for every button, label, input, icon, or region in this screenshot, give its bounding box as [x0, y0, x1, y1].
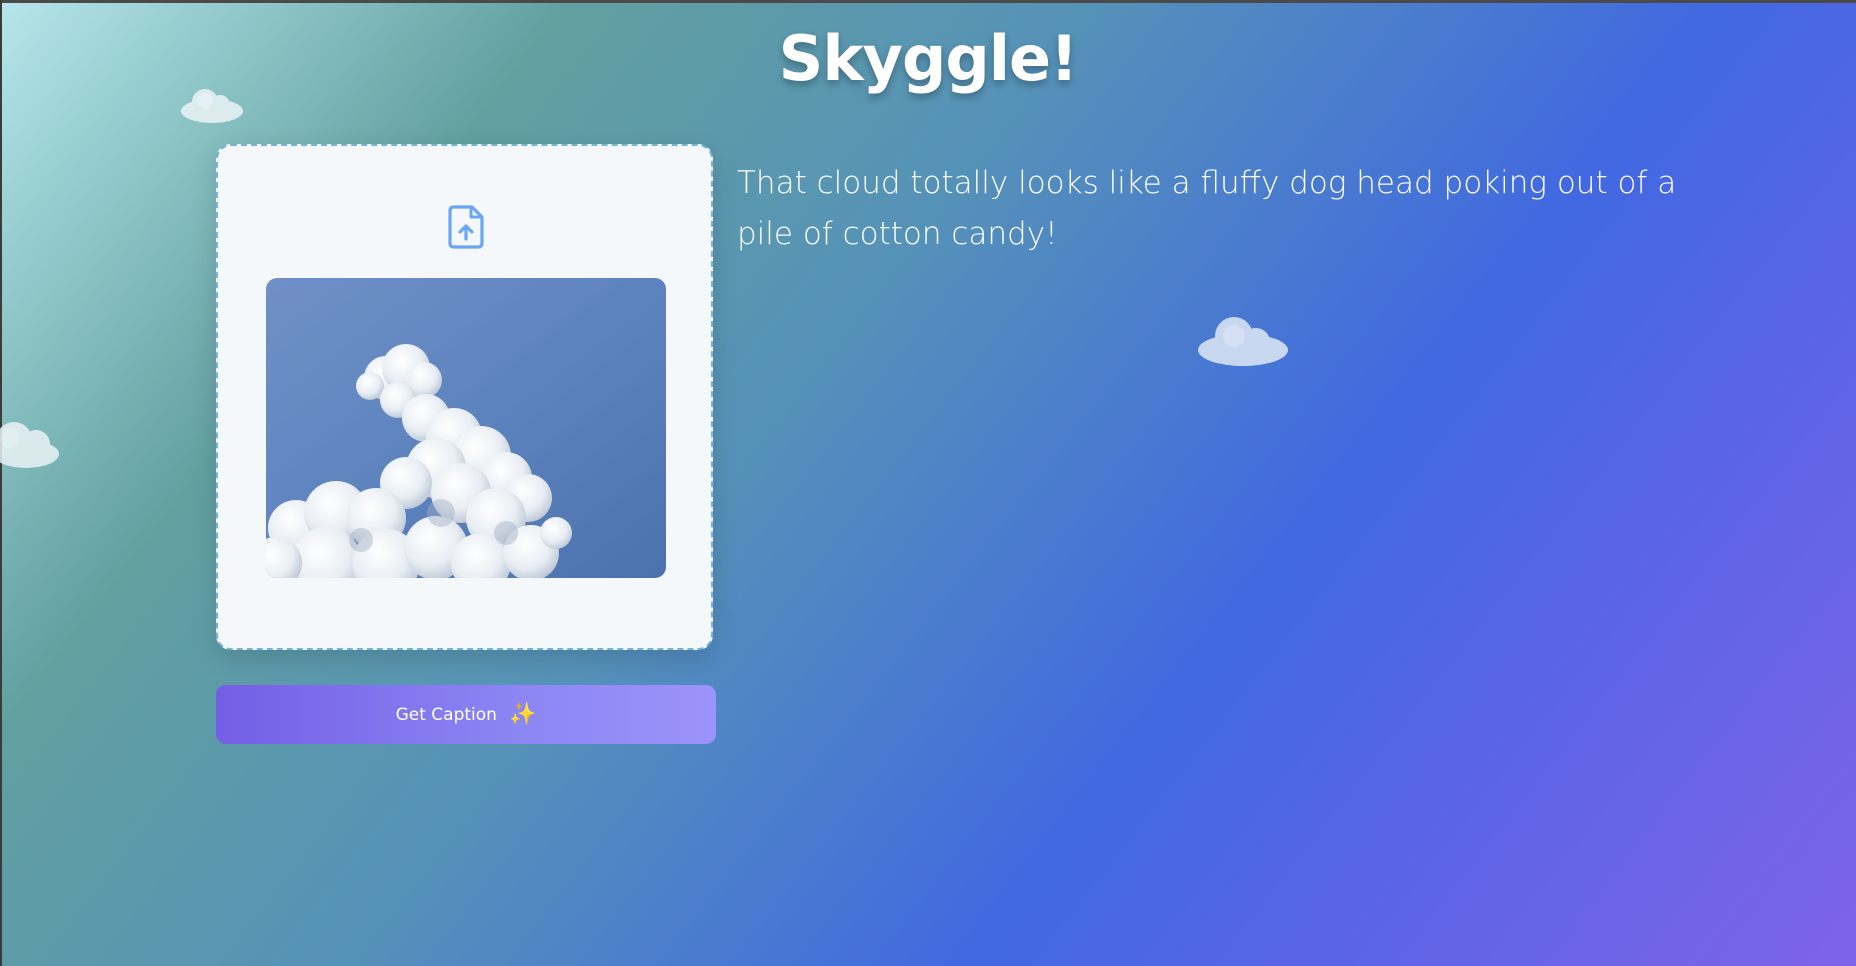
cloud-icon	[1198, 317, 1288, 366]
generated-caption: That cloud totally looks like a fluffy d…	[737, 165, 1677, 252]
image-dropzone[interactable]	[216, 144, 713, 650]
get-caption-label: Get Caption	[395, 704, 497, 725]
window-left-border	[0, 0, 2, 966]
cloud-icon	[181, 89, 243, 123]
page-title: Skyggle!	[778, 22, 1079, 95]
window-top-border	[0, 0, 1856, 3]
file-upload-icon[interactable]	[446, 204, 486, 250]
cloud-icon	[0, 422, 59, 468]
uploaded-image-preview	[266, 278, 666, 578]
sparkle-icon: ✨	[508, 701, 537, 727]
get-caption-button[interactable]: Get Caption ✨	[216, 685, 716, 744]
